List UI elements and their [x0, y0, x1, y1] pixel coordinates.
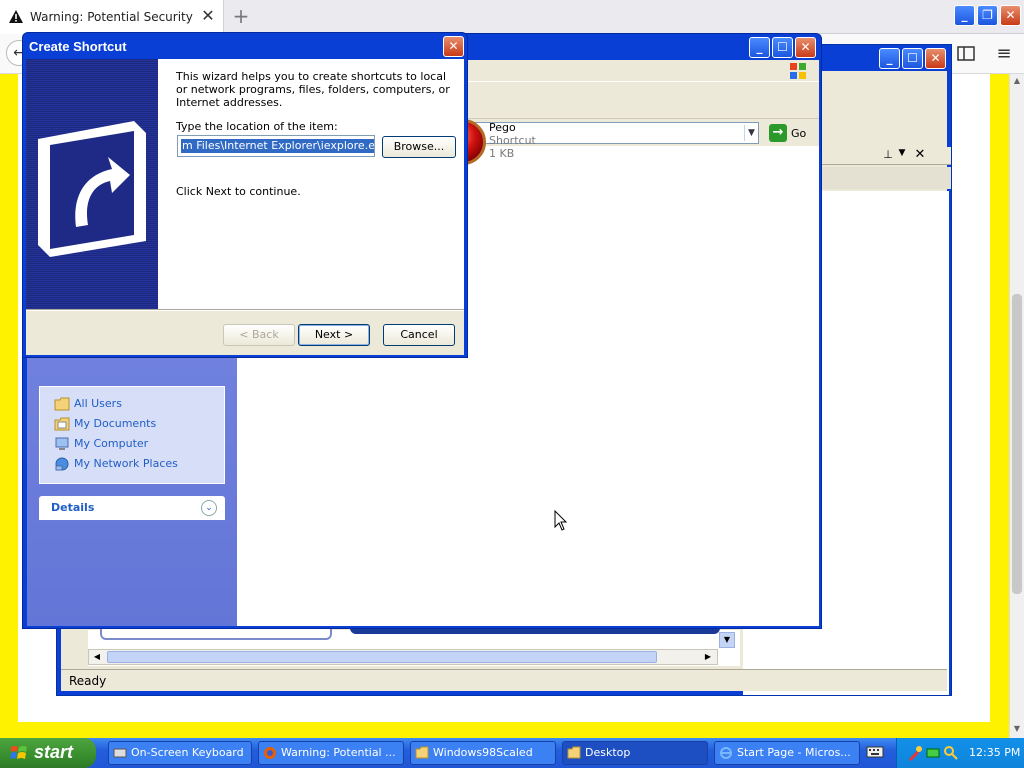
other-places-panel: All Users My Documents My Computer My Ne…	[39, 386, 225, 484]
page-stripe-right	[990, 74, 1009, 738]
windows-logo-icon	[790, 63, 806, 79]
file-size: 1 KB	[489, 147, 515, 160]
tab-close-icon[interactable]: ✕	[200, 8, 216, 24]
shortcut-arrow-icon	[38, 121, 146, 257]
next-button[interactable]: Next >	[298, 324, 370, 346]
taskbar-item-windows98scaled[interactable]: Windows98Scaled	[410, 741, 556, 765]
scroll-down-arrow-icon[interactable]: ▼	[1010, 722, 1024, 736]
browser-tab-title: Warning: Potential Security Risk Ah	[30, 10, 196, 24]
ie-maximize-button[interactable]: ☐	[902, 48, 923, 69]
panel-dropdown-icon[interactable]: ▼	[896, 148, 908, 158]
restore-button[interactable]: ❐	[977, 5, 998, 26]
create-shortcut-dialog: Create Shortcut ✕ This wizard helps you …	[22, 32, 468, 358]
details-title: Details	[51, 501, 95, 514]
file-type: Shortcut	[489, 134, 536, 147]
scroll-left-arrow-icon[interactable]: ◀	[90, 651, 104, 663]
dialog-close-button[interactable]: ✕	[443, 36, 464, 57]
page-scrollbar[interactable]: ▲ ▼	[1009, 74, 1024, 738]
ie-status-bar: Ready	[61, 669, 947, 691]
mouse-cursor-icon	[554, 510, 568, 531]
taskbar-item-label: On-Screen Keyboard	[131, 746, 244, 759]
close-button[interactable]: ✕	[1000, 5, 1021, 26]
task-link-my-network-places[interactable]: My Network Places	[74, 457, 178, 475]
horizontal-scrollbar[interactable]: ◀ ▶	[88, 649, 718, 665]
windows-logo-icon	[10, 746, 27, 759]
minimize-button[interactable]: _	[954, 5, 975, 26]
taskbar-item-label: Start Page - Micros...	[737, 746, 851, 759]
location-input-value: m Files\Internet Explorer\iexplore.exe"	[181, 139, 374, 153]
taskbar-item-desktop[interactable]: Desktop	[562, 741, 708, 765]
details-panel-header[interactable]: Details ⌄	[39, 496, 225, 520]
scroll-right-arrow-icon[interactable]: ▶	[701, 651, 715, 663]
documents-folder-icon	[54, 417, 70, 431]
folder-icon	[54, 397, 70, 411]
task-link-all-users[interactable]: All Users	[74, 397, 122, 415]
explorer-toolbar	[467, 83, 819, 119]
task-link-my-documents[interactable]: My Documents	[74, 417, 156, 435]
firefox-icon	[264, 747, 276, 759]
system-tray: 12:35 PM	[896, 738, 1024, 768]
folder-icon	[567, 746, 581, 759]
taskbar-item-firefox[interactable]: Warning: Potential ...	[258, 741, 404, 765]
horizontal-scroll-thumb[interactable]	[107, 651, 657, 663]
status-text: Ready	[69, 674, 107, 688]
go-arrow-icon[interactable]: →	[769, 124, 787, 142]
search-tray-icon[interactable]	[943, 745, 959, 761]
location-input[interactable]: m Files\Internet Explorer\iexplore.exe"	[177, 135, 375, 157]
network-places-icon	[55, 457, 69, 471]
folder-icon	[415, 746, 429, 759]
tools-tray-icon[interactable]	[907, 745, 923, 761]
explorer-menu-bar	[467, 60, 819, 82]
wizard-banner-image	[26, 59, 158, 309]
scroll-thumb[interactable]	[1012, 294, 1022, 594]
taskbar-item-label: Windows98Scaled	[433, 746, 533, 759]
network-tray-icon[interactable]	[925, 745, 941, 761]
page-stripe-bottom	[0, 722, 1009, 738]
scroll-up-arrow-icon[interactable]: ▲	[1010, 74, 1024, 88]
panel-close-icon[interactable]: ✕	[913, 147, 927, 162]
explorer-close-button[interactable]: ✕	[795, 37, 816, 58]
app-menu-button[interactable]: ≡	[992, 44, 1016, 64]
taskbar-item-on-screen-keyboard[interactable]: On-Screen Keyboard	[108, 741, 252, 765]
ie-close-button[interactable]: ✕	[925, 48, 946, 69]
sidebar-toggle-icon[interactable]	[955, 44, 977, 64]
clock: 12:35 PM	[969, 746, 1021, 759]
browse-button[interactable]: Browse...	[382, 136, 456, 158]
explorer-minimize-button[interactable]: _	[749, 37, 770, 58]
start-button[interactable]: start	[0, 738, 96, 768]
chevron-down-icon[interactable]: ⌄	[201, 500, 217, 516]
browser-tab-active[interactable]: Warning: Potential Security Risk Ah ✕	[0, 0, 224, 34]
wizard-description: This wizard helps you to create shortcut…	[176, 70, 450, 109]
location-label: Type the location of the item:	[176, 120, 338, 133]
new-tab-button[interactable]: +	[230, 4, 252, 28]
task-link-my-computer[interactable]: My Computer	[74, 437, 148, 455]
address-dropdown-icon[interactable]: ▼	[744, 125, 758, 141]
taskbar-item-label: Warning: Potential ...	[281, 746, 396, 759]
taskbar-item-start-page[interactable]: Start Page - Micros...	[714, 741, 860, 765]
taskbar-item-label: Desktop	[585, 746, 631, 759]
keyboard-tray-icon[interactable]	[866, 745, 884, 759]
dialog-separator	[26, 309, 464, 311]
explorer-maximize-button[interactable]: ☐	[772, 37, 793, 58]
page-tab-shape	[100, 628, 332, 640]
page-stripe-left	[0, 74, 18, 738]
internet-explorer-icon	[720, 747, 732, 759]
go-button[interactable]: Go	[791, 127, 806, 140]
keyboard-icon	[113, 748, 127, 758]
back-button[interactable]: < Back	[223, 324, 295, 346]
scroll-down-arrow-icon[interactable]: ▼	[719, 632, 735, 648]
pin-icon[interactable]: ⊥	[881, 148, 895, 161]
dialog-body: This wizard helps you to create shortcut…	[26, 59, 464, 355]
dialog-title: Create Shortcut	[29, 39, 127, 54]
cancel-button[interactable]: Cancel	[383, 324, 455, 346]
warning-icon	[9, 10, 23, 23]
continue-hint: Click Next to continue.	[176, 185, 301, 198]
ie-minimize-button[interactable]: _	[879, 48, 900, 69]
computer-icon	[55, 437, 69, 450]
start-label: start	[34, 742, 74, 762]
file-name[interactable]: Pego	[489, 121, 516, 134]
